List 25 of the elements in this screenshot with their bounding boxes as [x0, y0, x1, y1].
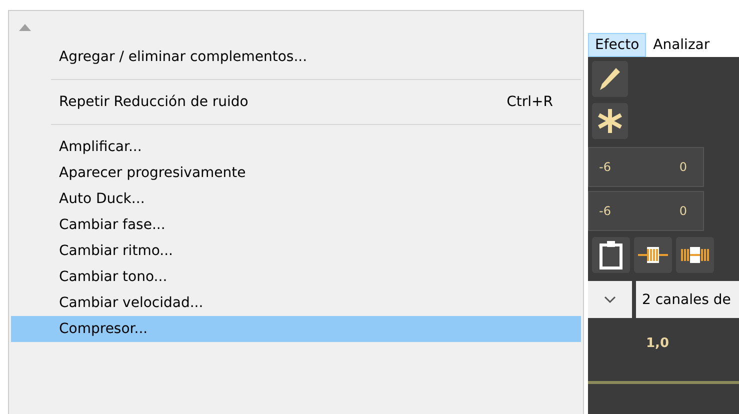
menu-item[interactable]: Cambiar velocidad...	[11, 290, 581, 316]
menubar-item[interactable]: Analizar	[646, 32, 717, 56]
meter-scale-label: -6	[599, 160, 611, 174]
menu-item[interactable]: Aparecer progresivamente	[11, 160, 581, 186]
chevron-down-icon	[604, 296, 616, 304]
menu-item[interactable]: Auto Duck...	[11, 186, 581, 212]
menu-item[interactable]: Cambiar tono...	[11, 264, 581, 290]
menu-item[interactable]: Amplificar...	[11, 134, 581, 160]
channels-dropdown[interactable]: 2 canales de	[636, 281, 739, 318]
menubar-item[interactable]: Efecto	[588, 32, 646, 56]
menu-item[interactable]: Compresor...	[11, 316, 581, 342]
shortcut-label: Ctrl+R	[506, 94, 553, 110]
meter-scale-label: 0	[679, 204, 687, 218]
ruler-label: 1,0	[646, 336, 670, 351]
meter-scale-label: 0	[679, 160, 687, 174]
meter-scale-label: -6	[599, 204, 611, 218]
menu-item[interactable]: Cambiar ritmo...	[11, 238, 581, 264]
menu-item[interactable]: Cambiar fase...	[11, 212, 581, 238]
silence-audio-icon[interactable]	[676, 237, 714, 273]
trim-audio-icon[interactable]	[634, 237, 672, 273]
paste-icon[interactable]	[592, 237, 630, 273]
asterisk-tool-icon[interactable]	[592, 103, 628, 139]
menu-item[interactable]: Repetir Reducción de ruido Ctrl+R	[11, 89, 581, 115]
pencil-tool-icon[interactable]	[592, 61, 628, 97]
menu-item[interactable]: Agregar / eliminar complementos...	[11, 44, 581, 70]
